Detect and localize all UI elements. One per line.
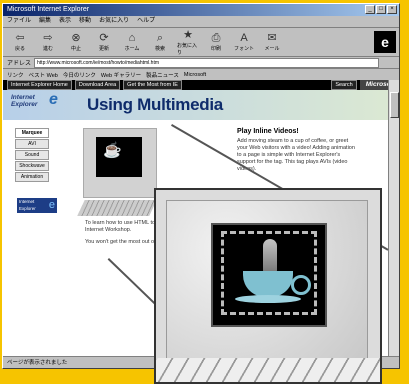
side-navigation: Marquee AVI Sound Shockwave Animation bbox=[15, 128, 49, 182]
back-button[interactable]: ⇦ 戻る bbox=[9, 32, 31, 52]
cup-handle-graphic bbox=[291, 275, 311, 295]
page-title: Using Multimedia bbox=[87, 95, 223, 114]
nav-download-area[interactable]: Download Area bbox=[74, 80, 121, 90]
sidenav-shockwave[interactable]: Shockwave bbox=[15, 161, 49, 171]
print-icon: ⎙ bbox=[211, 32, 221, 44]
mail-button[interactable]: ✉ メール bbox=[261, 32, 283, 52]
font-button[interactable]: A フォント bbox=[233, 32, 255, 52]
print-button[interactable]: ⎙ 印刷 bbox=[205, 32, 227, 52]
forward-button[interactable]: ⇨ 進む bbox=[37, 32, 59, 52]
menu-help[interactable]: ヘルプ bbox=[137, 16, 155, 27]
zoom-monitor-bezel bbox=[166, 200, 368, 362]
menu-go[interactable]: 移動 bbox=[79, 16, 91, 27]
nav-ie-home[interactable]: Internet Explorer Home bbox=[7, 80, 72, 90]
links-label: リンク bbox=[7, 72, 24, 79]
maximize-button[interactable]: □ bbox=[376, 5, 386, 14]
site-navbar: Internet Explorer Home Download Area Get… bbox=[3, 80, 399, 90]
stop-icon: ⊗ bbox=[71, 32, 81, 44]
zoom-keyboard bbox=[156, 358, 380, 382]
mail-icon: ✉ bbox=[267, 32, 277, 44]
refresh-icon: ⟳ bbox=[99, 32, 109, 44]
ie-badge-e-icon: e bbox=[48, 199, 55, 211]
menu-bar: ファイル 編集 表示 移動 お気に入り ヘルプ bbox=[3, 16, 399, 28]
vertical-scrollbar[interactable] bbox=[388, 80, 399, 358]
link-today[interactable]: 今日のリンク bbox=[63, 71, 96, 79]
ie-logo-icon: e bbox=[374, 31, 396, 53]
link-product-news[interactable]: 製品ニュース bbox=[146, 71, 179, 79]
sidenav-sound[interactable]: Sound bbox=[15, 150, 49, 160]
zoom-monitor-screen bbox=[211, 223, 327, 327]
favorites-button[interactable]: ★ お気に入り bbox=[177, 29, 199, 56]
sidenav-avi[interactable]: AVI bbox=[15, 139, 49, 149]
zoom-inset bbox=[154, 188, 382, 384]
address-bar: アドレス http://www.microsoft.com/ie/most/ho… bbox=[3, 57, 399, 69]
keyboard-image bbox=[77, 200, 157, 216]
feature-column: Play Inline Videos! Add moving steam to … bbox=[237, 128, 357, 173]
title-bar: Microsoft Internet Explorer _ □ × bbox=[3, 4, 399, 16]
nav-get-the-most[interactable]: Get the Most from IE bbox=[123, 80, 182, 90]
page-header: Internet Explorer e Using Multimedia bbox=[3, 90, 399, 120]
close-button[interactable]: × bbox=[387, 5, 397, 14]
saucer-graphic bbox=[235, 295, 301, 303]
window-title: Microsoft Internet Explorer bbox=[7, 6, 90, 13]
sidenav-marquee[interactable]: Marquee bbox=[15, 128, 49, 138]
menu-edit[interactable]: 編集 bbox=[39, 16, 51, 27]
search-icon: ⌕ bbox=[156, 32, 164, 44]
back-arrow-icon: ⇦ bbox=[15, 32, 25, 44]
link-web-gallery[interactable]: Web ギャラリー bbox=[101, 71, 141, 79]
forward-arrow-icon: ⇨ bbox=[43, 32, 53, 44]
feature-body: Add moving steam to a cup of coffee, or … bbox=[237, 138, 355, 172]
ie-e-icon: e bbox=[49, 91, 58, 108]
address-input[interactable]: http://www.microsoft.com/ie/most/howto/m… bbox=[34, 57, 379, 68]
scrollbar-thumb[interactable] bbox=[390, 92, 399, 118]
feature-title: Play Inline Videos! bbox=[237, 128, 299, 135]
link-microsoft[interactable]: Microsoft bbox=[184, 72, 206, 78]
sidenav-animation[interactable]: Animation bbox=[15, 172, 49, 182]
nav-search[interactable]: Search bbox=[331, 80, 357, 90]
home-icon: ⌂ bbox=[128, 32, 136, 44]
coffee-cup-icon: ☕ bbox=[103, 142, 122, 159]
monitor-image: ☕ bbox=[83, 128, 157, 198]
refresh-button[interactable]: ⟳ 更新 bbox=[93, 32, 115, 52]
address-label: アドレス bbox=[7, 61, 32, 67]
search-button[interactable]: ⌕ 検索 bbox=[149, 32, 171, 52]
ie-badge[interactable]: Internet Explorer e bbox=[17, 198, 57, 213]
menu-favorites[interactable]: お気に入り bbox=[99, 16, 129, 27]
window-controls: _ □ × bbox=[365, 5, 397, 14]
ie-brand-logo: Internet Explorer e bbox=[11, 91, 58, 109]
minimize-button[interactable]: _ bbox=[365, 5, 375, 14]
link-best-web[interactable]: ベスト Web bbox=[29, 71, 58, 79]
favorites-icon: ★ bbox=[183, 28, 193, 41]
toolbar: ⇦ 戻る ⇨ 進む ⊗ 中止 ⟳ 更新 ⌂ ホーム ⌕ 検索 ★ お気に入り ⎙ 印刷 A フォン… bbox=[3, 28, 399, 57]
menu-file[interactable]: ファイル bbox=[7, 16, 31, 27]
stop-button[interactable]: ⊗ 中止 bbox=[65, 32, 87, 52]
home-button[interactable]: ⌂ ホーム bbox=[121, 32, 143, 52]
menu-view[interactable]: 表示 bbox=[59, 16, 71, 27]
font-icon: A bbox=[240, 32, 248, 44]
